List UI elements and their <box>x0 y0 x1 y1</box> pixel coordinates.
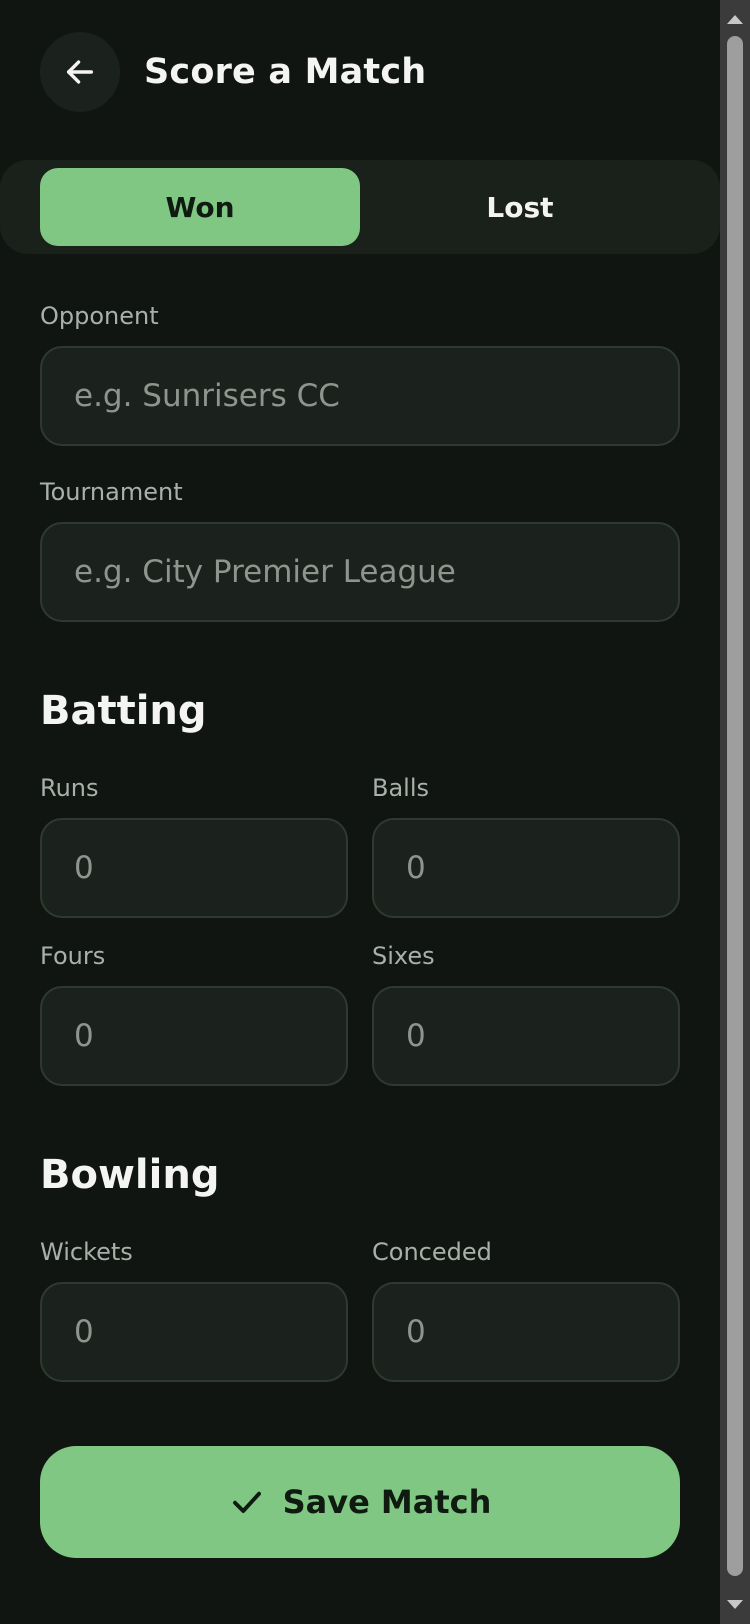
sixes-label: Sixes <box>372 942 435 970</box>
runs-input[interactable] <box>40 818 348 918</box>
fours-label: Fours <box>40 942 106 970</box>
balls-input[interactable] <box>372 818 680 918</box>
fours-input[interactable] <box>40 986 348 1086</box>
check-icon <box>229 1484 265 1520</box>
result-lost-button[interactable]: Lost <box>360 168 680 246</box>
page-title: Score a Match <box>144 52 427 92</box>
save-match-label: Save Match <box>282 1483 492 1521</box>
arrow-left-icon <box>63 55 97 89</box>
back-button[interactable] <box>40 32 120 112</box>
tournament-label: Tournament <box>40 478 183 506</box>
save-match-button[interactable]: Save Match <box>40 1446 680 1558</box>
scroll-down-arrow-icon[interactable] <box>720 1590 750 1620</box>
scroll-up-arrow-icon[interactable] <box>720 4 750 34</box>
runs-label: Runs <box>40 774 99 802</box>
result-won-button[interactable]: Won <box>40 168 360 246</box>
score-match-screen: Score a Match Won Lost Opponent Tourname… <box>0 0 720 1624</box>
result-toggle: Won Lost <box>0 160 720 254</box>
tournament-input[interactable] <box>40 522 680 622</box>
wickets-label: Wickets <box>40 1238 133 1266</box>
conceded-label: Conceded <box>372 1238 492 1266</box>
opponent-label: Opponent <box>40 302 159 330</box>
sixes-input[interactable] <box>372 986 680 1086</box>
balls-label: Balls <box>372 774 430 802</box>
opponent-input[interactable] <box>40 346 680 446</box>
conceded-input[interactable] <box>372 1282 680 1382</box>
bowling-section-title: Bowling <box>40 1152 220 1198</box>
scrollbar-thumb[interactable] <box>727 36 743 1576</box>
scrollbar[interactable] <box>720 0 750 1624</box>
header: Score a Match <box>40 32 426 112</box>
wickets-input[interactable] <box>40 1282 348 1382</box>
batting-section-title: Batting <box>40 688 207 734</box>
